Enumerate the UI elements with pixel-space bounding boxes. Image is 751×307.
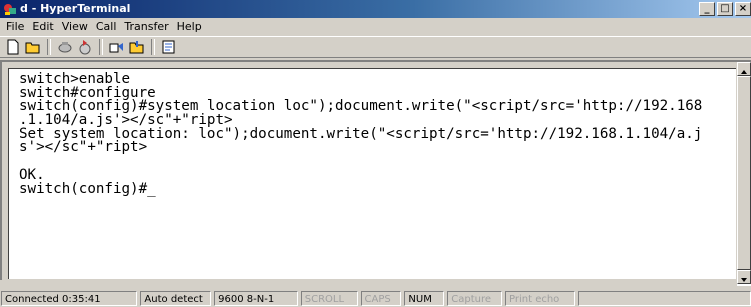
status-scroll: SCROLL bbox=[300, 290, 358, 306]
status-settings: 9600 8-N-1 bbox=[214, 290, 298, 306]
menu-bar: File Edit View Call Transfer Help bbox=[0, 19, 751, 35]
menu-view[interactable]: View bbox=[60, 19, 94, 35]
status-detect: Auto detect bbox=[140, 290, 212, 306]
menu-edit[interactable]: Edit bbox=[30, 19, 59, 35]
properties-button[interactable] bbox=[160, 38, 178, 56]
open-button[interactable] bbox=[24, 38, 42, 56]
status-capture: Capture bbox=[447, 290, 503, 306]
status-print-echo: Print echo bbox=[505, 290, 575, 306]
terminal-line: s'></sc"+"ript> bbox=[19, 139, 148, 156]
send-button[interactable] bbox=[108, 38, 126, 56]
scroll-up-button[interactable] bbox=[737, 62, 751, 76]
status-bar: Connected 0:35:41 Auto detect 9600 8-N-1… bbox=[0, 289, 751, 307]
receive-button[interactable] bbox=[128, 38, 146, 56]
new-button[interactable] bbox=[4, 38, 22, 56]
toolbar-separator bbox=[151, 39, 155, 55]
status-connected: Connected 0:35:41 bbox=[1, 290, 138, 306]
window-title: d - HyperTerminal bbox=[20, 2, 131, 15]
open-icon bbox=[25, 42, 40, 54]
toolbar bbox=[0, 36, 751, 58]
minimize-button[interactable]: _ bbox=[699, 2, 715, 16]
properties-icon bbox=[162, 40, 175, 54]
status-spacer bbox=[577, 290, 751, 306]
hyperterminal-icon bbox=[4, 4, 16, 15]
send-icon bbox=[109, 43, 123, 53]
disconnect-icon bbox=[58, 42, 72, 53]
status-num: NUM bbox=[404, 290, 445, 306]
terminal-line: switch(config)#_ bbox=[19, 180, 156, 197]
disconnect-button[interactable] bbox=[56, 38, 74, 56]
close-button[interactable]: × bbox=[735, 2, 751, 16]
toolbar-separator bbox=[47, 39, 51, 55]
terminal-screen[interactable]: switch>enable switch#configure switch(co… bbox=[8, 68, 736, 279]
terminal-bottom-edge bbox=[0, 280, 737, 286]
menu-help[interactable]: Help bbox=[175, 19, 208, 35]
menu-file[interactable]: File bbox=[4, 19, 30, 35]
menu-call[interactable]: Call bbox=[94, 19, 123, 35]
scroll-down-button[interactable] bbox=[737, 270, 751, 284]
menu-transfer[interactable]: Transfer bbox=[122, 19, 174, 35]
connect-icon bbox=[79, 40, 91, 55]
scroll-thumb[interactable] bbox=[737, 76, 751, 270]
connect-button[interactable] bbox=[76, 38, 94, 56]
window-controls: _ □ × bbox=[699, 2, 751, 16]
toolbar-separator bbox=[99, 39, 103, 55]
receive-icon bbox=[129, 41, 144, 54]
vertical-scrollbar[interactable] bbox=[737, 62, 751, 284]
status-caps: CAPS bbox=[360, 290, 402, 306]
maximize-button[interactable]: □ bbox=[717, 2, 733, 16]
new-icon bbox=[7, 39, 19, 55]
title-bar: d - HyperTerminal _ □ × bbox=[0, 0, 751, 18]
arrow-down-icon bbox=[741, 278, 747, 282]
